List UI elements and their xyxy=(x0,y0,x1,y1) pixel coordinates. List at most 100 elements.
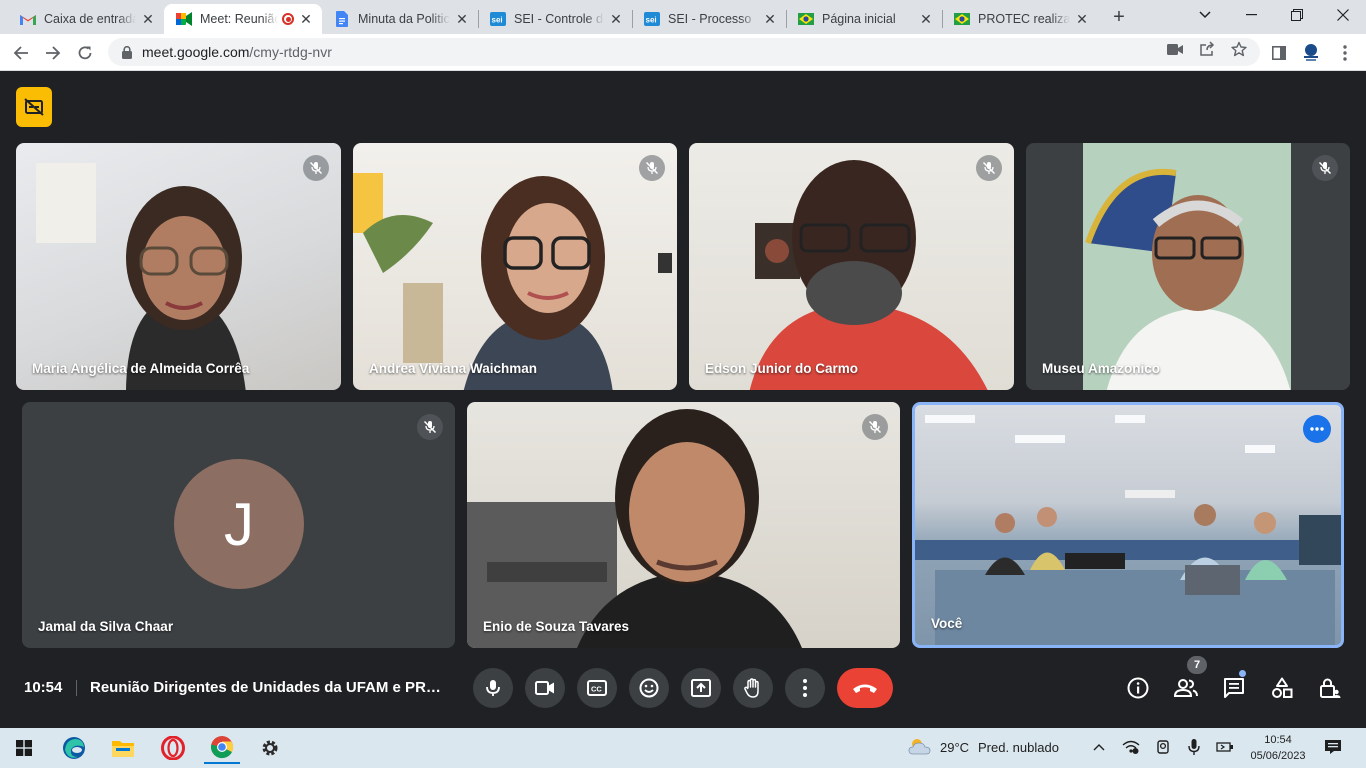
reload-button[interactable] xyxy=(72,40,98,66)
profile-avatar[interactable] xyxy=(1300,42,1322,64)
bookmark-star-icon[interactable] xyxy=(1230,40,1248,58)
chrome-icon[interactable] xyxy=(204,732,240,764)
close-icon xyxy=(1337,9,1349,21)
present-to-all-icon xyxy=(691,679,711,697)
self-video-tile[interactable]: Você xyxy=(912,402,1344,648)
chevron-up-icon[interactable] xyxy=(1090,738,1108,756)
camera-in-use-icon[interactable] xyxy=(1154,738,1172,756)
tab-close-icon[interactable]: ✕ xyxy=(140,11,156,27)
leave-call-button[interactable] xyxy=(837,668,893,708)
participant-name: Você xyxy=(931,616,963,631)
raise-hand-button[interactable] xyxy=(733,668,773,708)
notifications-icon[interactable] xyxy=(1324,738,1342,756)
microphone-button[interactable] xyxy=(473,668,513,708)
activities-button[interactable] xyxy=(1268,674,1296,702)
tab-minuta[interactable]: Minuta da Politica ✕ xyxy=(322,4,478,34)
taskbar-clock[interactable]: 10:54 05/06/2023 xyxy=(1240,732,1316,764)
participant-tile[interactable]: Edson Junior do Carmo xyxy=(689,143,1014,390)
power-plug-icon[interactable] xyxy=(1216,738,1234,756)
share-icon[interactable] xyxy=(1198,40,1216,58)
shapes-activities-icon xyxy=(1272,677,1293,698)
host-controls-button[interactable] xyxy=(1316,674,1344,702)
camera-button[interactable] xyxy=(525,668,565,708)
mic-icon xyxy=(486,680,500,696)
minimize-button[interactable] xyxy=(1228,0,1274,30)
network-icon[interactable] xyxy=(1122,738,1140,756)
settings-icon[interactable] xyxy=(252,732,288,764)
muted-mic-icon xyxy=(417,414,443,440)
muted-mic-icon xyxy=(303,155,329,181)
tab-pagina-inicial[interactable]: Página inicial ✕ xyxy=(786,4,942,34)
tab-close-icon[interactable]: ✕ xyxy=(608,11,624,27)
tab-close-icon[interactable]: ✕ xyxy=(762,11,778,27)
participant-tile[interactable]: Maria Angélica de Almeida Corrêa xyxy=(16,143,341,390)
tab-search-button[interactable] xyxy=(1182,0,1228,30)
chevron-down-icon xyxy=(1199,11,1211,19)
tab-close-icon[interactable]: ✕ xyxy=(1074,11,1090,27)
camera-in-use-icon[interactable] xyxy=(1166,40,1184,58)
participant-name: Edson Junior do Carmo xyxy=(705,361,859,376)
reactions-button[interactable] xyxy=(629,668,669,708)
tab-sei-processo[interactable]: sei SEI - Processo ✕ xyxy=(632,4,786,34)
side-panel-button[interactable] xyxy=(1268,42,1290,64)
svg-text:sei: sei xyxy=(492,16,503,25)
browser-toolbar: meet.google.com/cmy-rtdg-nvr xyxy=(0,34,1366,71)
tab-close-icon[interactable]: ✕ xyxy=(918,11,934,27)
call-end-icon xyxy=(853,684,877,693)
forward-button[interactable] xyxy=(40,40,66,66)
docs-icon xyxy=(334,11,350,27)
meet-icon xyxy=(176,11,192,27)
tab-sei-controle[interactable]: sei SEI - Controle de ✕ xyxy=(478,4,632,34)
more-options-button[interactable] xyxy=(1303,415,1331,443)
more-options-button[interactable] xyxy=(785,668,825,708)
weather-temp[interactable]: 29°C xyxy=(940,740,969,755)
close-window-button[interactable] xyxy=(1320,0,1366,30)
participant-tile[interactable]: Enio de Souza Tavares xyxy=(467,402,900,648)
protec-logo-icon xyxy=(1300,42,1322,64)
participant-tile[interactable]: Andrea Viviana Waichman xyxy=(353,143,677,390)
tab-close-icon[interactable]: ✕ xyxy=(298,11,314,27)
sei-icon: sei xyxy=(644,11,660,27)
file-explorer-icon[interactable] xyxy=(105,732,141,764)
participant-video xyxy=(36,163,246,390)
unread-indicator xyxy=(1239,670,1246,677)
participant-video xyxy=(353,173,672,390)
reload-icon xyxy=(78,46,92,60)
opera-icon[interactable] xyxy=(155,732,191,764)
captions-button[interactable]: CC xyxy=(577,668,617,708)
people-button[interactable] xyxy=(1172,674,1200,702)
new-tab-button[interactable]: + xyxy=(1108,6,1130,28)
weather-cloud-icon[interactable] xyxy=(907,737,933,755)
svg-text:sei: sei xyxy=(646,16,657,25)
emoji-icon xyxy=(639,678,659,698)
lock-icon[interactable] xyxy=(120,45,134,59)
people-icon xyxy=(1174,679,1198,697)
captions-off-badge[interactable] xyxy=(16,87,52,127)
participant-tile[interactable]: Museu Amazonico xyxy=(1026,143,1350,390)
meeting-title[interactable]: Reunião Dirigentes de Unidades da UFAM e… xyxy=(90,679,450,696)
participant-video xyxy=(749,160,988,390)
svg-text:CC: CC xyxy=(591,685,602,694)
restore-button[interactable] xyxy=(1274,0,1320,30)
tab-close-icon[interactable]: ✕ xyxy=(454,11,470,27)
more-horiz-icon xyxy=(1310,427,1324,431)
address-bar[interactable]: meet.google.com/cmy-rtdg-nvr xyxy=(108,38,1260,66)
chat-button[interactable] xyxy=(1220,674,1248,702)
edge-icon[interactable] xyxy=(56,732,92,764)
closed-caption-icon: CC xyxy=(587,680,607,696)
participant-tile[interactable]: J Jamal da Silva Chaar xyxy=(22,402,455,648)
tab-meet[interactable]: Meet: Reunião ✕ xyxy=(164,4,322,34)
tab-protec[interactable]: PROTEC realiza a ✕ xyxy=(942,4,1098,34)
present-screen-button[interactable] xyxy=(681,668,721,708)
sei-icon: sei xyxy=(490,11,506,27)
browser-menu-button[interactable] xyxy=(1334,42,1356,64)
back-button[interactable] xyxy=(8,40,34,66)
microphone-in-use-icon[interactable] xyxy=(1185,738,1203,756)
browser-tab-strip: Caixa de entrada ✕ Meet: Reunião ✕ Minut… xyxy=(0,0,1366,34)
windows-start-icon[interactable] xyxy=(6,732,42,764)
tab-gmail[interactable]: Caixa de entrada ✕ xyxy=(8,4,164,34)
participant-name: Andrea Viviana Waichman xyxy=(369,361,538,376)
meeting-details-button[interactable] xyxy=(1124,674,1152,702)
weather-description[interactable]: Pred. nublado xyxy=(978,740,1059,755)
meeting-clock: 10:54 xyxy=(24,679,63,696)
